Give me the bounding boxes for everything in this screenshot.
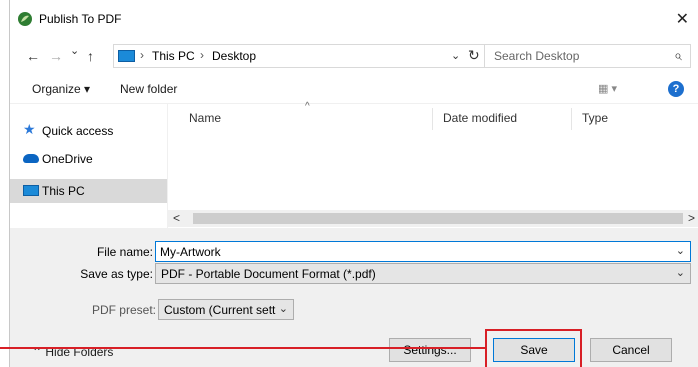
- pdf-preset-label: PDF preset:: [91, 303, 156, 317]
- title-bar: Publish To PDF ✕: [10, 0, 698, 38]
- search-placeholder: Search Desktop: [494, 49, 580, 63]
- breadcrumb-separator: ›: [140, 48, 144, 62]
- publish-dialog: Publish To PDF ✕ ← → ⌄ ↑ › This PC › Des…: [9, 0, 698, 367]
- save-as-type-value: PDF - Portable Document Format (*.pdf): [161, 267, 376, 281]
- sort-ascending-icon: ^: [305, 101, 310, 112]
- column-header-date-modified[interactable]: Date modified: [443, 111, 517, 125]
- save-as-type-select[interactable]: PDF - Portable Document Format (*.pdf) ⌄: [155, 263, 691, 284]
- help-icon[interactable]: ?: [668, 81, 684, 97]
- column-header-type[interactable]: Type: [582, 111, 608, 125]
- settings-button[interactable]: Settings...: [389, 338, 471, 362]
- computer-icon: [118, 50, 135, 62]
- file-name-field[interactable]: My-Artwork ⌄: [155, 241, 691, 262]
- file-name-label: File name:: [96, 245, 153, 259]
- callout-pointer-line: [0, 347, 487, 349]
- window-title: Publish To PDF: [39, 12, 122, 26]
- organize-menu[interactable]: Organize ▾: [32, 82, 90, 96]
- change-view-icon[interactable]: ▦ ▾: [598, 82, 617, 95]
- chevron-down-icon: ⌄: [675, 267, 685, 279]
- scroll-left-icon[interactable]: <: [173, 211, 180, 225]
- back-arrow-icon[interactable]: ←: [26, 48, 40, 64]
- file-name-value: My-Artwork: [160, 245, 221, 259]
- search-input[interactable]: Search Desktop ⌕: [484, 44, 691, 68]
- sidebar-item-label: OneDrive: [42, 152, 93, 166]
- pdf-preset-select[interactable]: Custom (Current sett ⌄: [158, 299, 294, 320]
- address-breadcrumb[interactable]: › This PC › Desktop ⌄ ↻: [113, 44, 488, 68]
- horizontal-scrollbar[interactable]: < >: [167, 210, 698, 227]
- up-arrow-icon[interactable]: ↑: [87, 48, 94, 64]
- cloud-icon: [23, 154, 39, 163]
- cancel-button[interactable]: Cancel: [590, 338, 672, 362]
- column-header-name[interactable]: Name: [189, 111, 221, 125]
- pdf-preset-value: Custom (Current sett: [164, 303, 276, 317]
- recent-locations-icon[interactable]: ⌄: [70, 44, 79, 57]
- sidebar-item-label: Quick access: [42, 124, 114, 138]
- scrollbar-thumb[interactable]: [193, 213, 683, 224]
- address-dropdown-icon[interactable]: ⌄: [451, 49, 460, 62]
- star-icon: ★: [23, 121, 36, 137]
- breadcrumb-this-pc[interactable]: This PC: [152, 49, 195, 63]
- app-logo-icon: [18, 12, 32, 26]
- sidebar-item-quick-access[interactable]: ★ Quick access: [10, 119, 167, 143]
- chevron-down-icon: ⌄: [278, 303, 288, 315]
- save-highlight-box: [485, 329, 582, 367]
- column-divider[interactable]: [571, 108, 572, 130]
- command-toolbar: Organize ▾ New folder ▦ ▾ ?: [10, 74, 698, 104]
- chevron-down-icon[interactable]: ⌄: [676, 244, 685, 257]
- search-icon: ⌕: [674, 47, 682, 63]
- new-folder-button[interactable]: New folder: [120, 82, 177, 96]
- address-bar-row: ← → ⌄ ↑ › This PC › Desktop ⌄ ↻ Search D…: [10, 38, 698, 74]
- save-as-type-label: Save as type:: [80, 267, 153, 281]
- navigation-pane: ★ Quick access OneDrive This PC: [10, 104, 167, 228]
- refresh-icon[interactable]: ↻: [468, 47, 480, 64]
- computer-icon: [23, 185, 39, 196]
- sidebar-item-label: This PC: [42, 184, 85, 198]
- scroll-right-icon[interactable]: >: [688, 211, 695, 225]
- sidebar-item-onedrive[interactable]: OneDrive: [10, 147, 167, 171]
- forward-arrow-icon[interactable]: →: [49, 48, 63, 64]
- sidebar-item-this-pc[interactable]: This PC: [10, 179, 167, 203]
- column-divider[interactable]: [432, 108, 433, 130]
- close-icon[interactable]: ✕: [676, 9, 689, 29]
- breadcrumb-separator: ›: [200, 48, 204, 62]
- breadcrumb-desktop[interactable]: Desktop: [212, 49, 256, 63]
